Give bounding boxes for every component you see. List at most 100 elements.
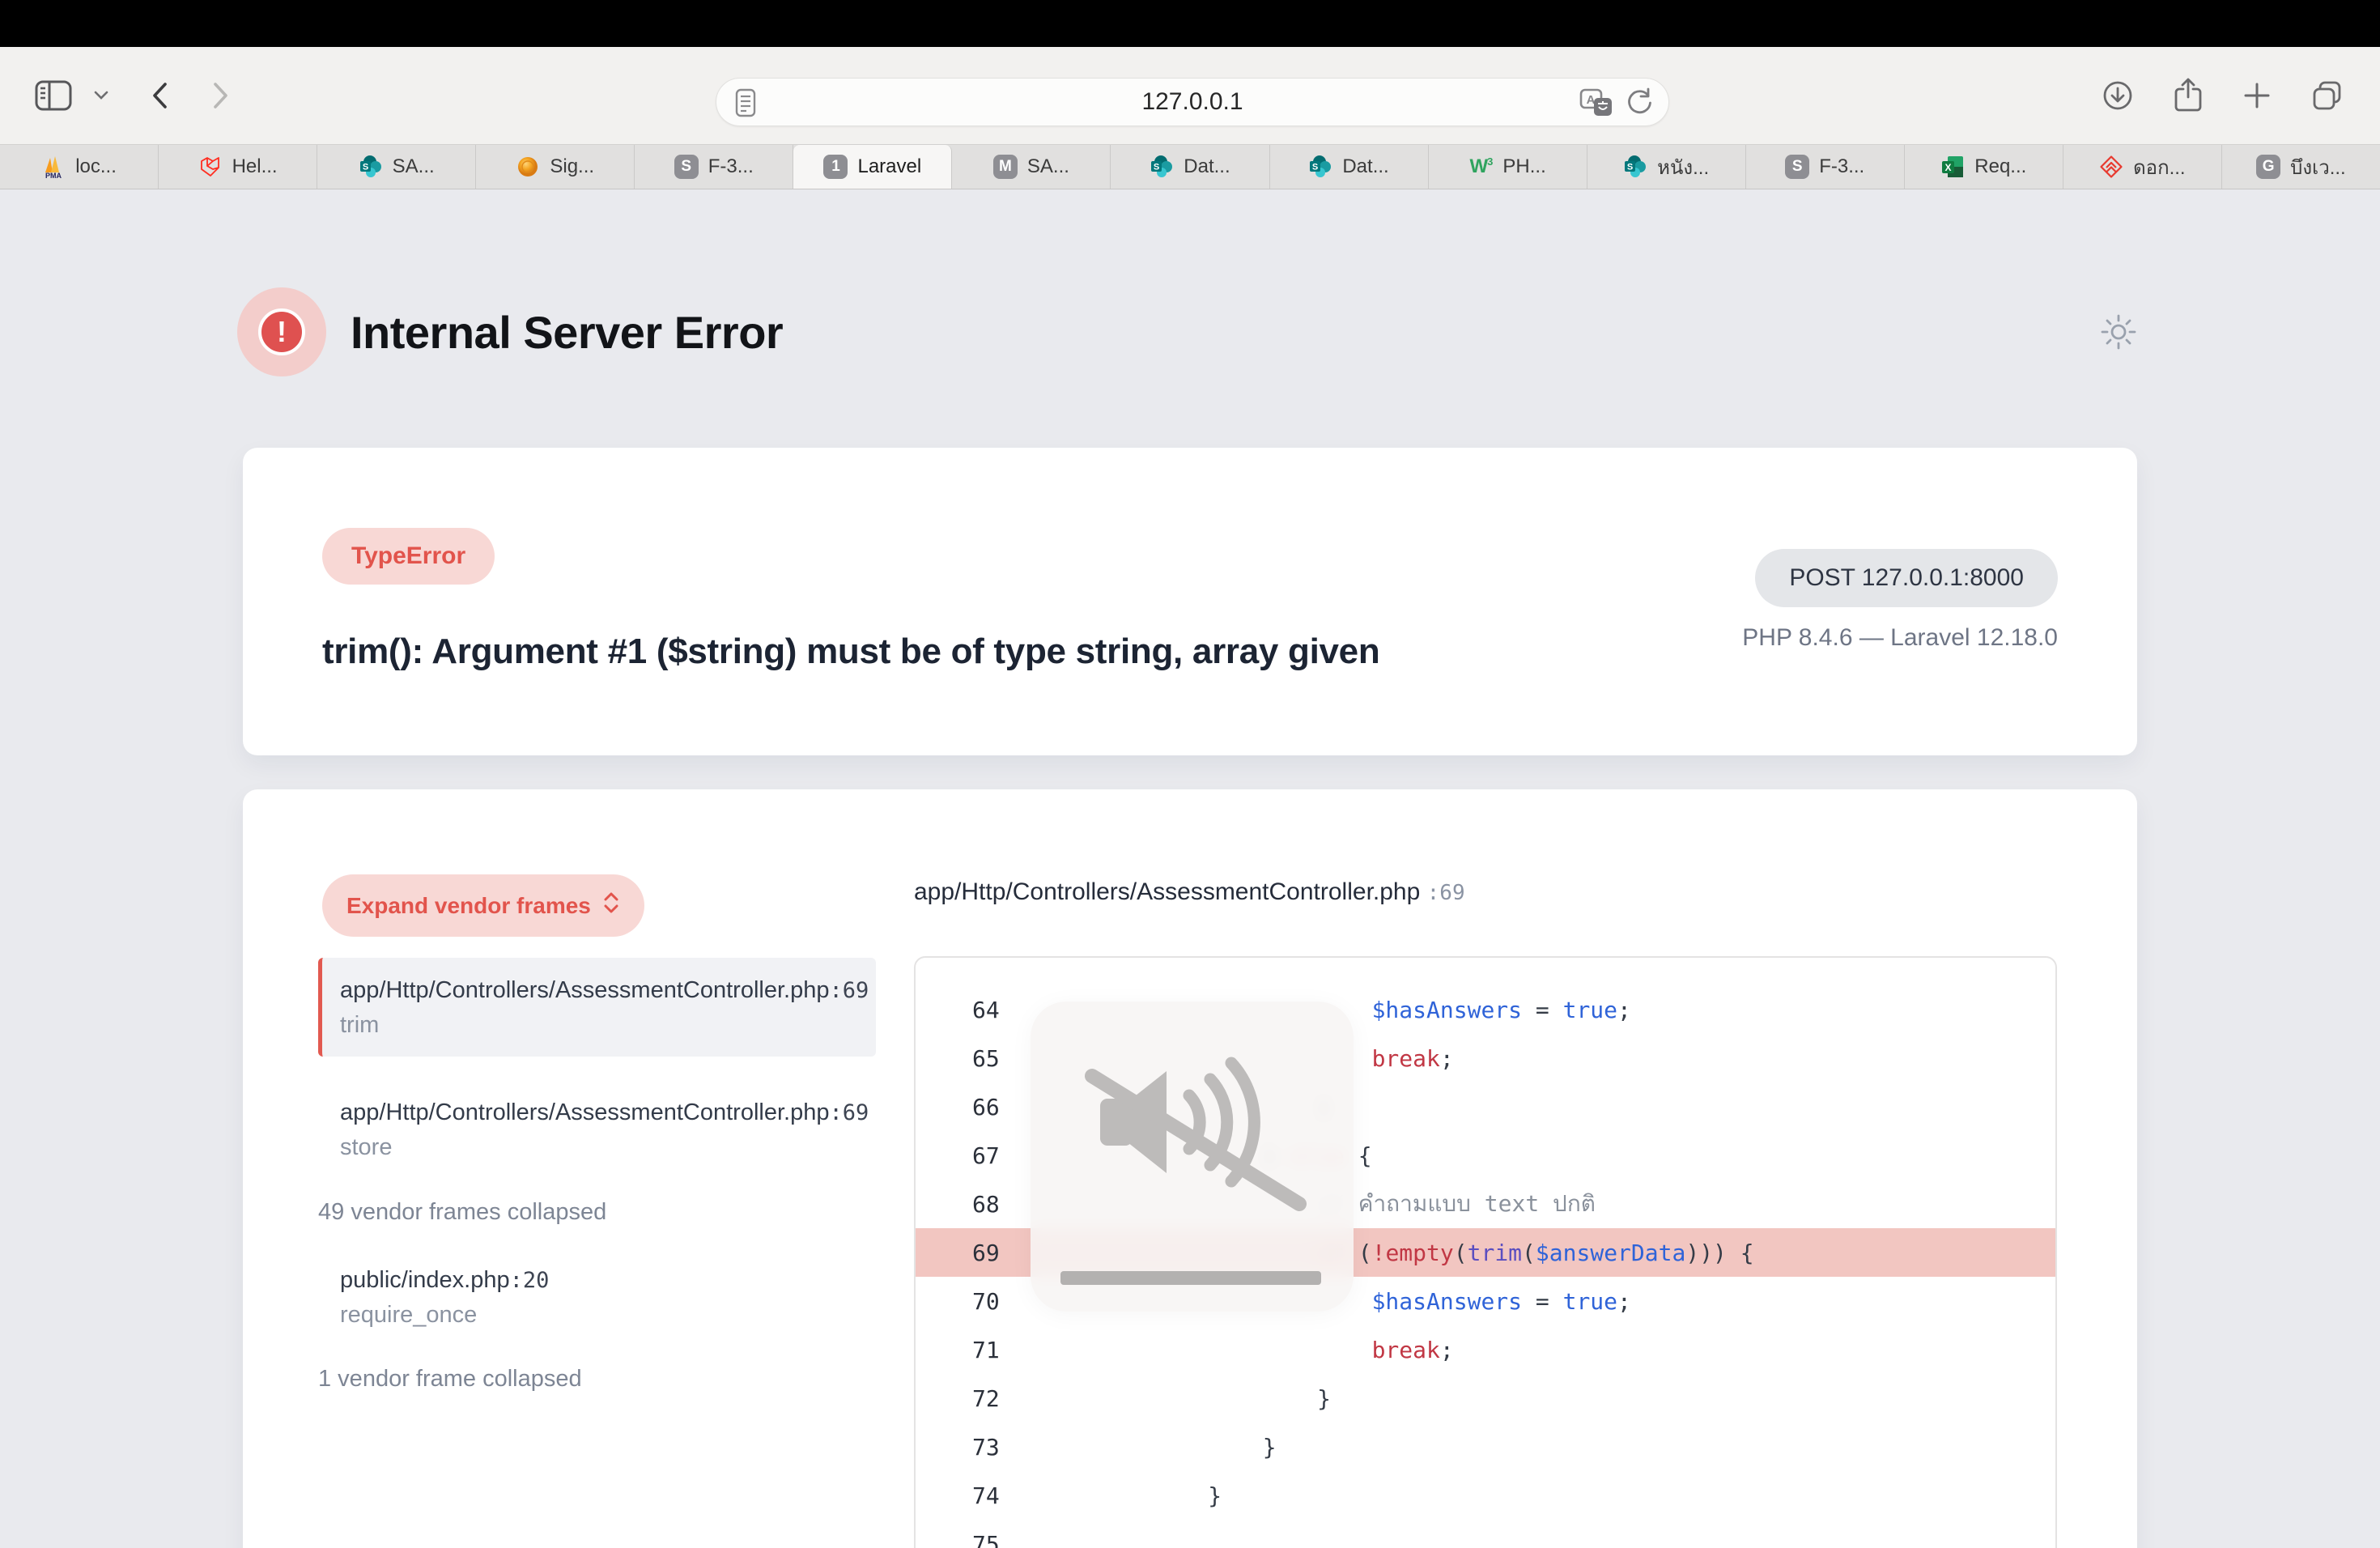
browser-tab-15[interactable]: G บึงเว... [2222,145,2380,189]
sidebar-menu-chevron-icon[interactable] [94,91,108,100]
tab-label: PH... [1502,155,1545,178]
browser-tab-1[interactable]: PMA loc... [0,145,159,189]
svg-text:PMA: PMA [45,172,62,179]
browser-tab-6[interactable]: 1Laravel [793,145,952,189]
translate-icon[interactable]: A [1579,87,1613,122]
sidebar-toggle-button[interactable] [34,79,73,113]
forward-button[interactable] [212,82,230,109]
line-number: 73 [972,1434,1003,1461]
code-text: } [1044,1385,1331,1412]
url-text[interactable]: 127.0.0.1 [716,88,1668,116]
tab-label: Dat... [1342,155,1388,178]
sharepoint-icon: S [359,155,383,179]
svg-text:S: S [1154,163,1159,172]
stack-frame[interactable]: app/Http/Controllers/AssessmentControlle… [318,1099,876,1161]
code-text: } [1044,1434,1277,1461]
svg-text:S: S [362,163,368,172]
theme-toggle-sun-icon[interactable] [2100,313,2137,355]
expand-vendor-frames-button[interactable]: Expand vendor frames [322,874,644,937]
browser-toolbar: 127.0.0.1 A [0,47,2380,144]
excel-icon: X [1940,155,1965,179]
code-file-line-number: :69 [1427,881,1465,905]
red-crest-icon [2099,155,2123,179]
browser-tab-11[interactable]: S หนัง... [1587,145,1746,189]
browser-tab-2[interactable]: Hel... [159,145,317,189]
browser-tab-8[interactable]: S Dat... [1111,145,1269,189]
frame-function: store [340,1134,876,1161]
browser-tab-13[interactable]: X Req... [1905,145,2063,189]
exception-type-badge: TypeError [322,528,495,585]
url-field[interactable]: 127.0.0.1 A [716,78,1669,126]
tab-label: loc... [75,155,117,178]
tab-label: Req... [1974,155,2026,178]
browser-tab-12[interactable]: SF-3... [1746,145,1905,189]
browser-tab-5[interactable]: S F-3... [635,145,793,189]
browser-tab-14[interactable]: ดอก... [2063,145,2222,189]
code-line-74: 74 } [916,1471,2055,1520]
error-message: trim(): Argument #1 ($string) must be of… [322,632,1379,672]
code-line-72: 72 } [916,1374,2055,1423]
reload-icon[interactable] [1625,87,1654,122]
tab-label: F-3... [1819,155,1864,178]
expand-vendor-frames-label: Expand vendor frames [346,893,591,919]
line-number: 70 [972,1288,1003,1315]
page-title: Internal Server Error [351,306,783,359]
tab-label: บึงเว... [2290,151,2346,183]
letter-badge: G [2256,155,2280,179]
tab-label: Dat... [1184,155,1230,178]
browser-tab-7[interactable]: MSA... [952,145,1111,189]
new-tab-button[interactable] [2242,81,2272,110]
tab-label: หนัง... [1657,151,1709,183]
svg-text:X: X [1945,162,1952,173]
w3schools-icon: W3 [1468,155,1493,179]
svg-text:S: S [1627,163,1633,172]
error-summary-card: TypeError trim(): Argument #1 ($string) … [243,448,2137,755]
tab-overview-button[interactable] [2310,79,2344,112]
code-text: break; [1044,1337,1454,1363]
tab-label: Sig... [550,155,594,178]
line-number: 68 [972,1191,1003,1218]
volume-mute-overlay [1031,1002,1354,1312]
sharepoint-icon: S [1150,155,1174,179]
muted-speaker-icon [1031,1002,1354,1312]
error-alert-icon: ! [237,287,326,376]
frame-path: app/Http/Controllers/AssessmentControlle… [340,976,856,1005]
browser-tab-9[interactable]: S Dat... [1270,145,1429,189]
downloads-button[interactable] [2102,79,2134,112]
code-text: } [1044,1482,1222,1509]
code-line-75: 75 [916,1520,2055,1548]
line-number: 75 [972,1531,1003,1548]
sharepoint-icon: S [1308,155,1332,179]
line-number: 65 [972,1045,1003,1072]
environment-versions: PHP 8.4.6 — Laravel 12.18.0 [1742,624,2058,652]
line-number: 64 [972,997,1003,1023]
back-button[interactable] [151,82,168,109]
stack-frames-list: app/Http/Controllers/AssessmentControlle… [318,958,876,1393]
stack-frame[interactable]: public/index.php:20 require_once [318,1266,876,1329]
line-number: 66 [972,1094,1003,1121]
frame-path: public/index.php:20 [340,1266,876,1295]
browser-tab-3[interactable]: S SA... [317,145,476,189]
code-file-path: app/Http/Controllers/AssessmentControlle… [914,878,1420,905]
code-file-header: app/Http/Controllers/AssessmentControlle… [914,878,1465,906]
tab-label: F-3... [708,155,754,178]
browser-tab-4[interactable]: Sig... [476,145,635,189]
collapsed-frames-label: 1 vendor frame collapsed [318,1366,876,1393]
laravel-icon [198,155,223,179]
letter-badge: 1 [823,155,848,179]
frame-function: require_once [340,1302,876,1329]
tab-label: SA... [1027,155,1069,178]
line-number: 72 [972,1385,1003,1412]
expand-collapse-chevrons-icon [602,890,620,921]
line-number: 69 [972,1240,1003,1266]
share-button[interactable] [2173,78,2204,113]
phpmyadmin-icon: PMA [41,155,66,179]
tab-label: SA... [393,155,435,178]
macos-menubar [0,0,2380,47]
orange-sphere-icon [516,155,540,179]
request-badge: POST 127.0.0.1:8000 [1755,549,2058,607]
browser-tab-10[interactable]: W3 PH... [1429,145,1587,189]
stack-frame[interactable]: app/Http/Controllers/AssessmentControlle… [318,958,876,1057]
volume-level-bar [1060,1271,1321,1285]
letter-badge: S [674,155,699,179]
